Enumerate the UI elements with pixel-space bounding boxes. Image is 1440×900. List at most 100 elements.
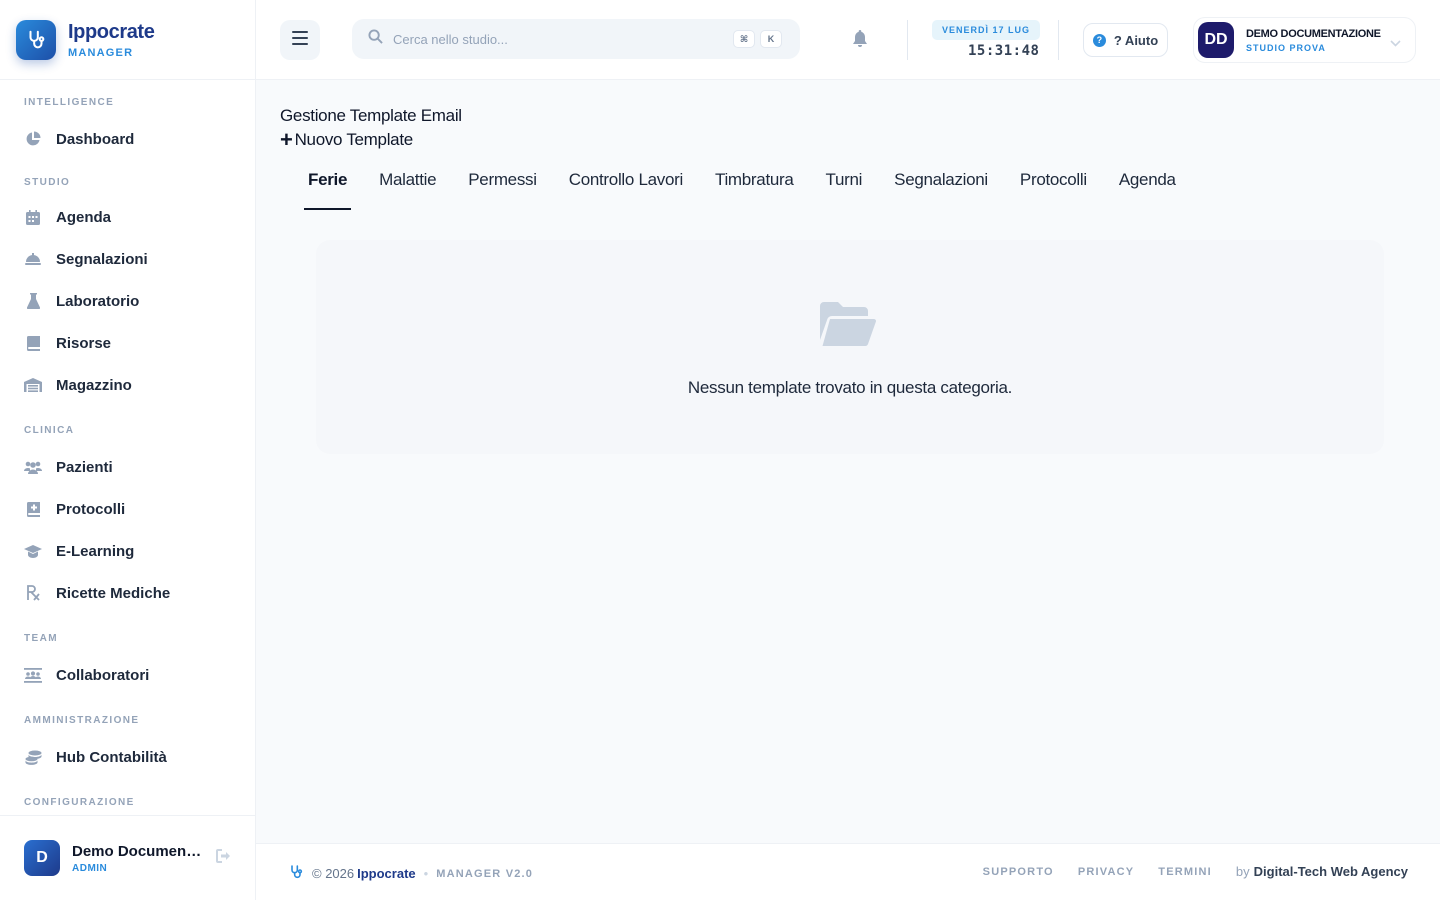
- footer-link-termini[interactable]: TERMINI: [1158, 866, 1212, 878]
- kbd-k: K: [760, 30, 782, 48]
- brand-subtitle: MANAGER: [68, 46, 134, 59]
- pie-chart-icon: [24, 130, 42, 148]
- warehouse-icon: [24, 376, 42, 394]
- sidebar-item-pazienti[interactable]: Pazienti: [0, 446, 255, 488]
- profile-menu[interactable]: DD DEMO DOCUMENTAZIONE STUDIO PROVA: [1193, 17, 1416, 63]
- template-category-tabs: Ferie Malattie Permessi Controllo Lavori…: [304, 160, 1204, 210]
- tab-permessi[interactable]: Permessi: [464, 160, 540, 210]
- sidebar-item-e-learning[interactable]: E-Learning: [0, 530, 255, 572]
- graduation-cap-icon: [24, 542, 42, 560]
- search-input[interactable]: [393, 31, 713, 47]
- tab-ferie[interactable]: Ferie: [304, 160, 352, 210]
- sidebar-item-protocolli[interactable]: Protocolli: [0, 488, 255, 530]
- tab-segnalazioni[interactable]: Segnalazioni: [890, 160, 992, 210]
- empty-state-message: Nessun template trovato in questa catego…: [687, 378, 1013, 397]
- sidebar-item-label: Protocolli: [56, 500, 126, 518]
- notifications-bell-icon[interactable]: [852, 30, 868, 53]
- folder-open-icon: [820, 302, 876, 351]
- clock: 15:31:48: [968, 43, 1040, 59]
- footer-by: by: [1235, 864, 1250, 879]
- sidebar-item-magazzino[interactable]: Magazzino: [0, 364, 255, 406]
- new-template-label: Nuovo Template: [294, 130, 414, 149]
- nav-section-title: INTELLIGENCE: [24, 97, 115, 108]
- sidebar-item-label: E-Learning: [56, 542, 135, 560]
- logout-icon[interactable]: [216, 848, 232, 868]
- sidebar-item-dashboard[interactable]: Dashboard: [0, 118, 255, 160]
- footer-brand: Ippocrate: [357, 866, 416, 881]
- sidebar-item-hub-contabilita[interactable]: Hub Contabilità: [0, 736, 255, 778]
- sidebar-item-label: Collaboratori: [56, 666, 150, 684]
- coins-icon: [24, 748, 42, 766]
- tab-controllo-lavori[interactable]: Controllo Lavori: [565, 160, 687, 210]
- sidebar-item-risorse[interactable]: Risorse: [0, 322, 255, 364]
- tab-agenda[interactable]: Agenda: [1115, 160, 1180, 210]
- help-label: ? Aiuto: [1113, 32, 1159, 48]
- footer-link-privacy[interactable]: PRIVACY: [1078, 866, 1134, 878]
- sidebar-item-label: Dashboard: [56, 130, 135, 148]
- top-header: ⌘ K VENERDÌ 17 LUG 15:31:48 ? ? Aiuto DD…: [256, 0, 1440, 80]
- footer-agency-link[interactable]: Digital-Tech Web Agency: [1254, 864, 1408, 879]
- empty-state: Nessun template trovato in questa catego…: [316, 240, 1384, 454]
- chevron-down-icon: [1390, 34, 1401, 52]
- profile-name: DEMO DOCUMENTAZIONE: [1246, 27, 1381, 40]
- sidebar-item-ricette-mediche[interactable]: Ricette Mediche: [0, 572, 255, 614]
- footer: © 2026 Ippocrate • MANAGER V2.0 SUPPORTO…: [256, 843, 1440, 900]
- date-badge: VENERDÌ 17 LUG: [932, 20, 1041, 40]
- help-icon: ?: [1092, 33, 1106, 47]
- app-version: MANAGER V2.0: [436, 867, 534, 880]
- sidebar-item-label: Segnalazioni: [56, 250, 148, 268]
- sidebar-item-label: Agenda: [56, 208, 112, 226]
- header-divider: [1058, 20, 1059, 60]
- main-content: Gestione Template Email + Nuovo Template…: [256, 80, 1440, 843]
- header-divider: [907, 20, 908, 60]
- avatar: DD: [1198, 22, 1234, 58]
- prescription-icon: [24, 584, 42, 602]
- nav-section-title: CONFIGURAZIONE: [24, 797, 135, 808]
- brand-name: Ippocrate: [68, 20, 155, 43]
- copyright: © 2026: [312, 866, 355, 881]
- search-bar[interactable]: ⌘ K: [352, 19, 800, 59]
- sidebar-item-collaboratori[interactable]: Collaboratori: [0, 654, 255, 696]
- sidebar-item-label: Laboratorio: [56, 292, 140, 310]
- user-role: ADMIN: [72, 862, 108, 874]
- help-button[interactable]: ? ? Aiuto: [1083, 23, 1168, 57]
- sidebar-item-label: Magazzino: [56, 376, 132, 394]
- sidebar-item-label: Hub Contabilità: [56, 748, 167, 766]
- tab-turni[interactable]: Turni: [822, 160, 867, 210]
- medical-book-icon: [24, 500, 42, 518]
- nav-section-title: CLINICA: [24, 425, 75, 436]
- tab-timbratura[interactable]: Timbratura: [711, 160, 798, 210]
- stethoscope-logo-icon: [16, 19, 56, 60]
- people-roof-icon: [24, 666, 42, 684]
- kbd-command: ⌘: [733, 30, 755, 48]
- new-template-button[interactable]: + Nuovo Template: [280, 127, 414, 152]
- sidebar-user-card[interactable]: D Demo Documentazione ADMIN: [0, 815, 255, 900]
- book-icon: [24, 334, 42, 352]
- hamburger-icon: [292, 30, 308, 50]
- page-title: Gestione Template Email: [280, 106, 462, 125]
- brand[interactable]: Ippocrate MANAGER: [0, 0, 255, 80]
- nav-section-title: AMMINISTRAZIONE: [24, 715, 140, 726]
- nav-section-title: TEAM: [24, 633, 58, 644]
- bell-concierge-icon: [24, 250, 42, 268]
- sidebar-item-segnalazioni[interactable]: Segnalazioni: [0, 238, 255, 280]
- stethoscope-icon: [288, 864, 304, 883]
- avatar: D: [24, 840, 60, 876]
- flask-icon: [24, 292, 42, 310]
- sidebar-item-laboratorio[interactable]: Laboratorio: [0, 280, 255, 322]
- user-name: Demo Documentazione: [72, 842, 202, 860]
- sidebar-item-label: Ricette Mediche: [56, 584, 171, 602]
- sidebar-item-agenda[interactable]: Agenda: [0, 196, 255, 238]
- tab-protocolli[interactable]: Protocolli: [1016, 160, 1091, 210]
- menu-toggle-button[interactable]: [280, 20, 320, 60]
- users-icon: [24, 458, 42, 476]
- separator-dot: •: [423, 866, 429, 881]
- calendar-icon: [24, 208, 42, 226]
- sidebar-item-label: Pazienti: [56, 458, 113, 476]
- tab-malattie[interactable]: Malattie: [375, 160, 440, 210]
- footer-link-supporto[interactable]: SUPPORTO: [983, 866, 1054, 878]
- sidebar-item-label: Risorse: [56, 334, 112, 352]
- profile-studio: STUDIO PROVA: [1246, 42, 1326, 53]
- sidebar-nav: INTELLIGENCE Dashboard STUDIO Agenda Seg…: [0, 80, 255, 815]
- plus-icon: +: [280, 127, 293, 152]
